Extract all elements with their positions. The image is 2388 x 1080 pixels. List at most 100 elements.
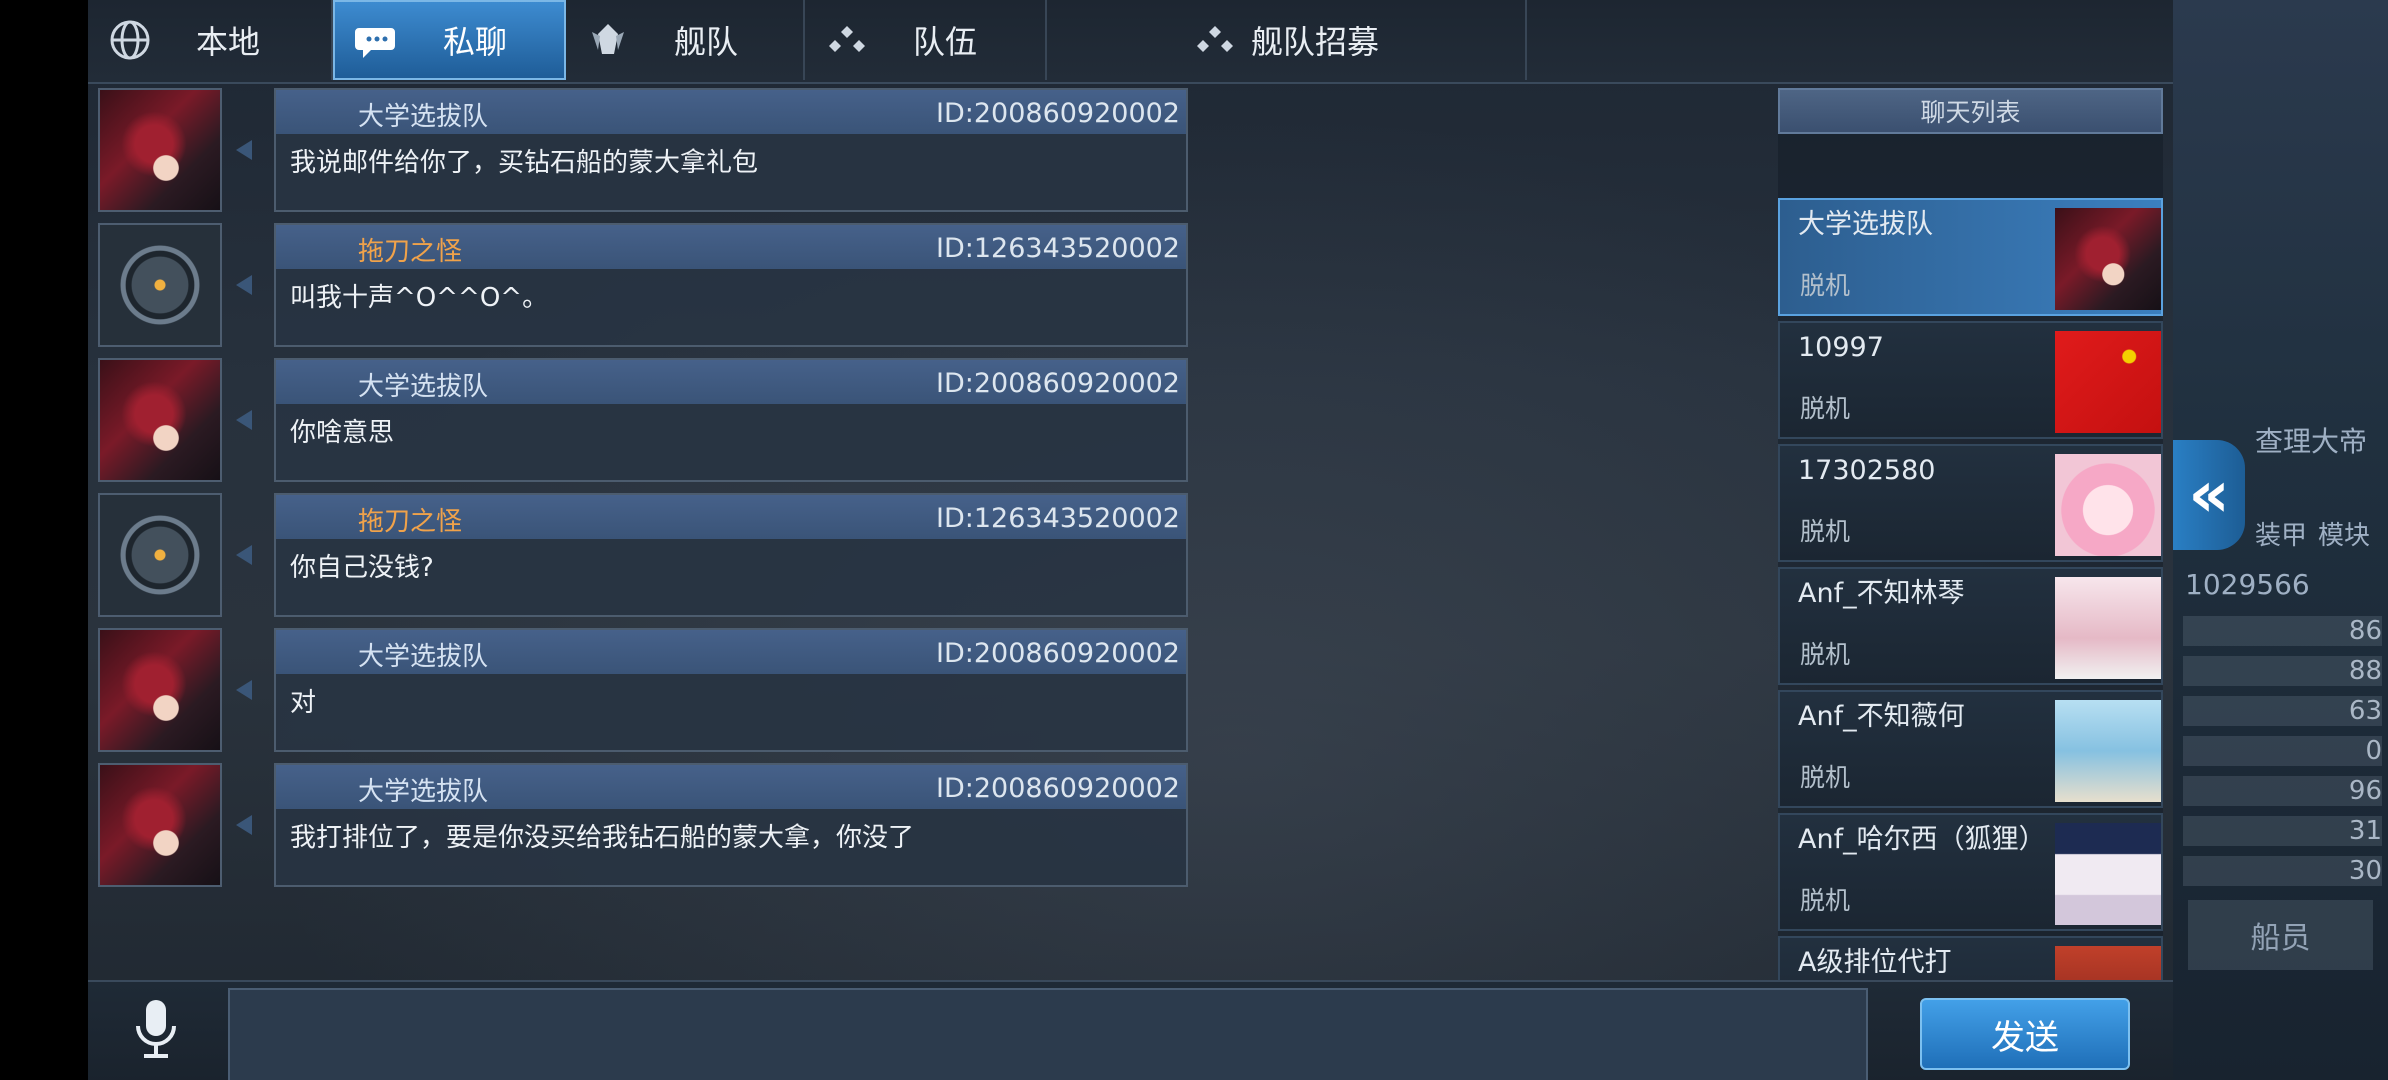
- contact-status: 脱机: [1800, 763, 1851, 792]
- ship-name: 查理大帝: [2255, 425, 2368, 458]
- bubble-pointer: [236, 815, 252, 835]
- tab-label: 舰队: [674, 23, 739, 61]
- stat-value: 31: [2348, 816, 2382, 846]
- message-bubble: 大学选拔队 ID:200860920002 对: [274, 628, 1188, 752]
- avatar[interactable]: [98, 223, 222, 347]
- contact-avatar: [2055, 454, 2161, 556]
- tab-label: 私聊: [443, 23, 508, 61]
- avatar[interactable]: [98, 493, 222, 617]
- tab-private-chat[interactable]: 私聊: [333, 0, 566, 80]
- globe-icon: [108, 18, 152, 62]
- avatar[interactable]: [98, 88, 222, 212]
- message-header: 拖刀之怪 ID:126343520002: [276, 495, 1186, 539]
- tab-fleet-recruit[interactable]: 舰队招募: [1047, 0, 1527, 80]
- message-bubble: 拖刀之怪 ID:126343520002 叫我十声^O^^O^。: [274, 223, 1188, 347]
- tab-team[interactable]: 队伍: [805, 0, 1047, 80]
- contact-name: Anf_不知薇何: [1798, 701, 1965, 732]
- contact-avatar: [2055, 700, 2161, 802]
- recruit-icon: [1193, 18, 1237, 62]
- message-row: 拖刀之怪 ID:126343520002 叫我十声^O^^O^。: [98, 223, 1188, 347]
- tab-label: 舰队招募: [1250, 23, 1379, 61]
- microphone-icon[interactable]: [128, 998, 184, 1062]
- sender-id: ID:200860920002: [936, 98, 1180, 129]
- contact-status: 脱机: [1800, 886, 1851, 915]
- sender-name[interactable]: 拖刀之怪: [358, 501, 462, 538]
- message-bubble: 大学选拔队 ID:200860920002 我说邮件给你了，买钻石船的蒙大拿礼包: [274, 88, 1188, 212]
- crew-button: 船员: [2188, 900, 2373, 970]
- chat-list-spacer: [1778, 134, 2163, 198]
- sender-id: ID:126343520002: [936, 503, 1180, 534]
- message-text: 叫我十声^O^^O^。: [290, 283, 549, 313]
- chat-list[interactable]: 聊天列表 大学选拔队 脱机 10997 脱机 17302580 脱机 Anf_不…: [1778, 88, 2163, 988]
- avatar[interactable]: [98, 358, 222, 482]
- avatar[interactable]: [98, 628, 222, 752]
- sender-name[interactable]: 大学选拔队: [358, 366, 488, 403]
- contact-name: 10997: [1798, 332, 1884, 363]
- sender-name[interactable]: 拖刀之怪: [358, 231, 462, 268]
- stat-value: 88: [2348, 656, 2382, 686]
- tab-label: 队伍: [913, 23, 978, 61]
- contact-status: 脱机: [1800, 517, 1851, 546]
- sender-name[interactable]: 大学选拔队: [358, 771, 488, 808]
- tab-label: 本地: [196, 23, 261, 61]
- armor-tab-label: 装甲: [2255, 521, 2308, 551]
- sender-id: ID:126343520002: [936, 233, 1180, 264]
- sender-id: ID:200860920002: [936, 773, 1180, 804]
- message-text: 对: [290, 688, 317, 718]
- bubble-pointer: [236, 410, 252, 430]
- chat-list-item[interactable]: Anf_不知薇何 脱机: [1778, 690, 2163, 808]
- message-bubble: 大学选拔队 ID:200860920002 你啥意思: [274, 358, 1188, 482]
- stat-value: 30: [2348, 856, 2382, 886]
- contact-name: Anf_不知林琴: [1798, 578, 1965, 609]
- fleet-icon: [586, 18, 630, 62]
- message-bubble: 大学选拔队 ID:200860920002 我打排位了，要是你没买给我钻石船的蒙…: [274, 763, 1188, 887]
- sender-name[interactable]: 大学选拔队: [358, 636, 488, 673]
- chat-list-item[interactable]: 10997 脱机: [1778, 321, 2163, 439]
- contact-status: 脱机: [1800, 640, 1851, 669]
- sender-id: ID:200860920002: [936, 638, 1180, 669]
- chat-list-item[interactable]: Anf_不知林琴 脱机: [1778, 567, 2163, 685]
- send-button[interactable]: 发送: [1920, 998, 2130, 1070]
- chat-list-title: 聊天列表: [1778, 88, 2163, 134]
- input-bar: 发送: [88, 980, 2173, 1080]
- message-input[interactable]: [228, 988, 1868, 1080]
- avatar[interactable]: [98, 763, 222, 887]
- tab-bar: 本地 私聊 舰队 队伍 舰队招募: [88, 0, 2173, 84]
- stat-value: 96: [2348, 776, 2382, 806]
- contact-avatar: [2055, 577, 2161, 679]
- message-row: 大学选拔队 ID:200860920002 我说邮件给你了，买钻石船的蒙大拿礼包: [98, 88, 1188, 212]
- message-row: 拖刀之怪 ID:126343520002 你自己没钱?: [98, 493, 1188, 617]
- bubble-pointer: [236, 275, 252, 295]
- tab-local[interactable]: 本地: [88, 0, 333, 80]
- message-text: 你啥意思: [290, 418, 395, 448]
- bubble-pointer: [236, 680, 252, 700]
- tab-fleet[interactable]: 舰队: [566, 0, 805, 80]
- chat-bubble-icon: [355, 18, 399, 62]
- contact-status: 脱机: [1800, 394, 1851, 423]
- message-header: 拖刀之怪 ID:126343520002: [276, 225, 1186, 269]
- contact-name: 大学选拔队: [1798, 209, 1933, 240]
- contact-avatar: [2055, 208, 2161, 310]
- chat-list-item[interactable]: 大学选拔队 脱机: [1778, 198, 2163, 316]
- message-header: 大学选拔队 ID:200860920002: [276, 360, 1186, 404]
- bubble-pointer: [236, 140, 252, 160]
- chat-list-item[interactable]: Anf_哈尔西（狐狸） 脱机: [1778, 813, 2163, 931]
- contact-name: 17302580: [1798, 455, 1936, 486]
- sender-name[interactable]: 大学选拔队: [358, 96, 488, 133]
- message-row: 大学选拔队 ID:200860920002 对: [98, 628, 1188, 752]
- contact-avatar: [2055, 331, 2161, 433]
- message-header: 大学选拔队 ID:200860920002: [276, 90, 1186, 134]
- stat-value: 63: [2348, 696, 2382, 726]
- bubble-pointer: [236, 545, 252, 565]
- stat-value: 86: [2348, 616, 2382, 646]
- left-margin: [0, 0, 88, 1080]
- chat-panel: 本地 私聊 舰队 队伍 舰队招募 大学选拔队 ID:200860920002 我…: [88, 0, 2173, 1080]
- stat-value: 0: [2365, 736, 2382, 766]
- contact-name: Anf_哈尔西（狐狸）: [1798, 824, 2046, 855]
- message-row: 大学选拔队 ID:200860920002 你啥意思: [98, 358, 1188, 482]
- collapse-chevron-icon[interactable]: «: [2173, 440, 2245, 550]
- message-text: 我打排位了，要是你没买给我钻石船的蒙大拿，你没了: [290, 823, 915, 853]
- message-row: 大学选拔队 ID:200860920002 我打排位了，要是你没买给我钻石船的蒙…: [98, 763, 1188, 887]
- chat-list-item[interactable]: 17302580 脱机: [1778, 444, 2163, 562]
- message-header: 大学选拔队 ID:200860920002: [276, 630, 1186, 674]
